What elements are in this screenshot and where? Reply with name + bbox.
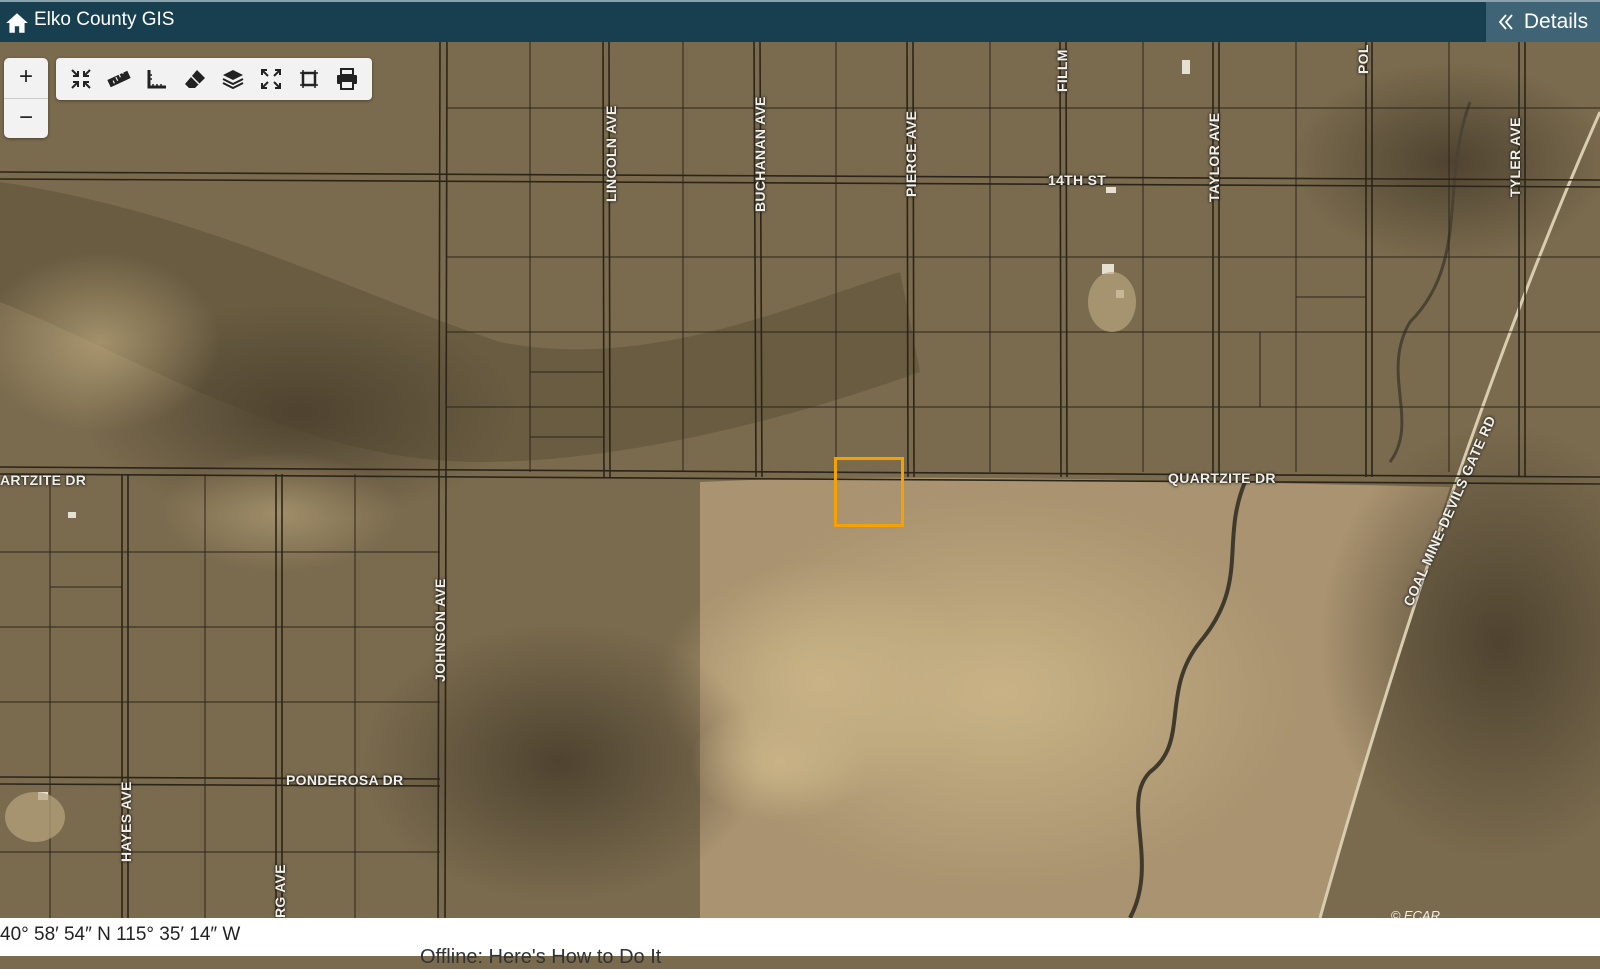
road-label-lincoln: LINCOLN AVE: [603, 105, 619, 202]
extent-icon[interactable]: [290, 60, 328, 98]
double-chevron-left-icon: [1498, 14, 1513, 30]
road-label-14th: 14TH ST: [1048, 172, 1107, 188]
map-attribution: © ECAR: [1390, 908, 1440, 918]
angle-icon[interactable]: [138, 60, 176, 98]
satellite-imagery: [0, 42, 1600, 918]
road-label-buchanan: BUCHANAN AVE: [752, 96, 768, 212]
ruler-icon[interactable]: [100, 60, 138, 98]
cursor-coordinates: 40° 58′ 54″ N 115° 35′ 14″ W: [0, 924, 241, 945]
road-label-quartzite-left: ARTZITE DR: [0, 472, 87, 488]
road-label-hayes: HAYES AVE: [118, 781, 134, 862]
collapse-icon[interactable]: [62, 60, 100, 98]
selected-parcel-outline[interactable]: [834, 457, 904, 527]
road-label-tyler: TYLER AVE: [1507, 117, 1523, 197]
road-label-taylor: TAYLOR AVE: [1206, 112, 1222, 202]
layers-icon[interactable]: [214, 60, 252, 98]
app-header: Elko County GIS Details: [0, 0, 1600, 42]
zoom-out-button[interactable]: −: [4, 98, 48, 139]
background-page-text: Offline: Here's How to Do It: [420, 946, 662, 968]
zoom-in-button[interactable]: +: [4, 58, 48, 98]
eraser-icon[interactable]: [176, 60, 214, 98]
road-label-pol: POL: [1355, 44, 1371, 74]
map-view[interactable]: LINCOLN AVE BUCHANAN AVE PIERCE AVE FILL…: [0, 42, 1600, 918]
road-label-quartzite-right: QUARTZITE DR: [1168, 470, 1276, 486]
app-title: Elko County GIS: [34, 9, 175, 30]
details-button[interactable]: Details: [1486, 2, 1600, 42]
coordinate-bar: 40° 58′ 54″ N 115° 35′ 14″ W Offline: He…: [0, 918, 1600, 968]
road-label-fillm: FILLM: [1054, 49, 1070, 92]
details-label: Details: [1523, 10, 1589, 33]
road-label-ponderosa: PONDEROSA DR: [286, 772, 404, 788]
home-icon[interactable]: [4, 10, 30, 36]
road-label-pierce: PIERCE AVE: [903, 110, 919, 197]
map-toolbar: [56, 58, 372, 100]
road-label-johnson: JOHNSON AVE: [432, 578, 448, 682]
print-icon[interactable]: [328, 60, 366, 98]
zoom-control: + −: [4, 58, 48, 138]
road-label-rg: RG AVE: [272, 864, 288, 918]
fullscreen-icon[interactable]: [252, 60, 290, 98]
